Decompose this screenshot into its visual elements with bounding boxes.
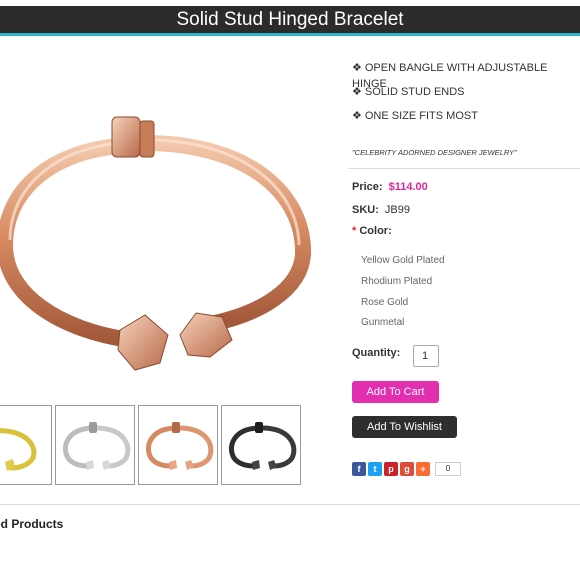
twitter-icon[interactable]: t bbox=[368, 462, 382, 476]
price-row: Price: $114.00 bbox=[352, 181, 428, 193]
share-count: 0 bbox=[435, 462, 461, 476]
pinterest-icon[interactable]: p bbox=[384, 462, 398, 476]
addthis-icon[interactable]: + bbox=[416, 462, 430, 476]
quantity-input[interactable]: 1 bbox=[413, 345, 439, 367]
feature-item: ❖ SOLID STUD ENDS bbox=[352, 86, 465, 98]
main-product-image[interactable] bbox=[0, 45, 330, 400]
thumbnail-rose-gold[interactable] bbox=[138, 405, 218, 485]
quantity-row: Quantity: bbox=[352, 347, 400, 359]
thumbnail-rhodium[interactable] bbox=[55, 405, 135, 485]
price-value: $114.00 bbox=[388, 181, 428, 193]
sku-row: SKU: JB99 bbox=[352, 204, 410, 216]
sku-value: JB99 bbox=[384, 204, 410, 216]
color-option-gunmetal[interactable]: Gunmetal bbox=[361, 317, 404, 328]
tagline: "CELEBRITY ADORNED DESIGNER JEWELRY" bbox=[352, 148, 517, 157]
color-option-rhodium[interactable]: Rhodium Plated bbox=[361, 276, 432, 287]
price-label: Price: bbox=[352, 181, 383, 193]
divider bbox=[0, 504, 580, 505]
color-option-yellow-gold[interactable]: Yellow Gold Plated bbox=[361, 255, 445, 266]
divider bbox=[348, 168, 580, 169]
facebook-icon[interactable]: f bbox=[352, 462, 366, 476]
add-to-cart-button[interactable]: Add To Cart bbox=[352, 381, 439, 403]
add-to-wishlist-button[interactable]: Add To Wishlist bbox=[352, 416, 457, 438]
required-marker: * bbox=[352, 225, 357, 237]
color-label: Color: bbox=[359, 225, 392, 237]
thumbnail-yellow-gold[interactable] bbox=[0, 405, 52, 485]
feature-item: ❖ OPEN BANGLE WITH ADJUSTABLE HINGE bbox=[352, 62, 548, 90]
googleplus-icon[interactable]: g bbox=[400, 462, 414, 476]
product-title: Solid Stud Hinged Bracelet bbox=[176, 9, 404, 30]
feature-item: ❖ ONE SIZE FITS MOST bbox=[352, 110, 478, 122]
diamond-bullet-icon: ❖ bbox=[352, 110, 362, 122]
diamond-bullet-icon: ❖ bbox=[352, 62, 362, 74]
sku-label: SKU: bbox=[352, 204, 379, 216]
color-row: * Color: bbox=[352, 225, 392, 237]
title-bar: Solid Stud Hinged Bracelet bbox=[0, 6, 580, 36]
color-option-rose-gold[interactable]: Rose Gold bbox=[361, 297, 408, 308]
diamond-bullet-icon: ❖ bbox=[352, 86, 362, 98]
feature-list: ❖ OPEN BANGLE WITH ADJUSTABLE HINGE ❖ SOLI… bbox=[352, 60, 580, 132]
quantity-label: Quantity: bbox=[352, 347, 401, 359]
related-products-heading: ted Products bbox=[0, 517, 64, 531]
thumbnail-gunmetal[interactable] bbox=[221, 405, 301, 485]
